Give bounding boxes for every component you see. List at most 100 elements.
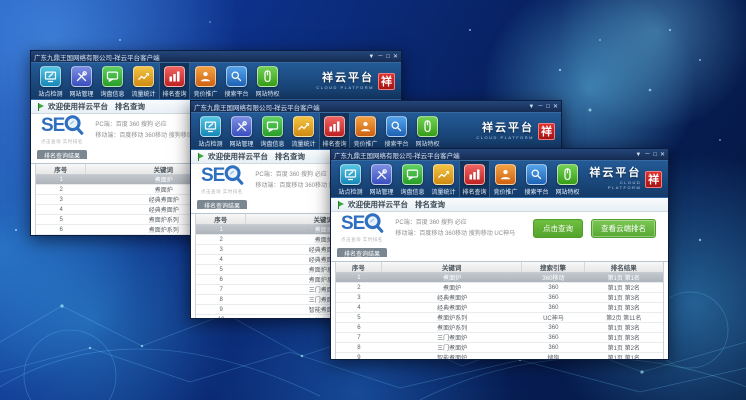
- table-cell: 第1页 第3名: [585, 333, 663, 342]
- toolbar-item-site-check[interactable]: 站点检测: [35, 63, 66, 99]
- toolbar-item-search-platform[interactable]: 搜索平台: [521, 161, 552, 197]
- site-manage-icon: [231, 116, 252, 137]
- table-row[interactable]: 7三门煮面炉360第1页 第3名: [336, 333, 663, 343]
- skin-menu-icon[interactable]: ▼: [368, 54, 374, 60]
- window-titlebar[interactable]: 广东九鼎王国网络有限公司-祥云平台客户端 ▼ － □ ✕: [31, 51, 401, 62]
- query-button[interactable]: 点击查询: [533, 219, 583, 238]
- column-header: 关键词: [382, 262, 523, 272]
- toolbar-item-rank-query[interactable]: 排名查询: [159, 63, 190, 99]
- table-row[interactable]: 5煮面炉系列UC神马第2页 第11名: [336, 313, 663, 323]
- tab-ranking-results[interactable]: 排名查询结果: [197, 200, 247, 209]
- close-icon[interactable]: ✕: [393, 54, 398, 60]
- table-row[interactable]: 6煮面炉系列360第1页 第3名: [336, 323, 663, 333]
- toolbar-item-site-privilege[interactable]: 网站特权: [412, 113, 443, 149]
- window-titlebar[interactable]: 广东九鼎王国网络有限公司-祥云平台客户端 ▼ － □ ✕: [191, 101, 561, 112]
- table-row[interactable]: 4经典煮面炉360第1页 第3名: [336, 303, 663, 313]
- search-platform-icon: [386, 116, 407, 137]
- toolbar-label: 网站管理: [369, 187, 393, 196]
- brand-name: 祥云平台: [316, 73, 374, 84]
- toolbar-item-rank-query[interactable]: 排名查询: [319, 113, 350, 149]
- engine-list-mobile: 移动端：百度移动 360移动 搜狗移动 UC神马: [395, 229, 515, 239]
- flag-icon: [38, 103, 45, 111]
- table-cell: 9: [196, 305, 246, 314]
- table-cell: 煮面炉系列: [382, 323, 523, 332]
- minimize-icon[interactable]: －: [537, 104, 543, 110]
- table-cell: 搜狗: [522, 353, 584, 359]
- toolbar-item-rank-query[interactable]: 排名查询: [459, 161, 490, 197]
- toolbar-label: 搜索平台: [384, 139, 408, 148]
- toolbar-item-traffic[interactable]: 流量统计: [428, 161, 459, 197]
- seo-logo: SE 点击查询 实时排名: [41, 116, 85, 145]
- maximize-icon[interactable]: □: [546, 104, 550, 110]
- toolbar-item-bid-promotion[interactable]: 竞价推广: [190, 63, 221, 99]
- main-toolbar: 站点检测 网站管理 询盘信息: [191, 112, 561, 150]
- welcome-text: 欢迎使用祥云平台: [208, 151, 268, 162]
- toolbar-item-traffic[interactable]: 流量统计: [288, 113, 319, 149]
- magnifier-icon: [363, 212, 385, 239]
- table-cell: 360: [522, 343, 584, 352]
- brand-badge: 祥: [378, 73, 395, 90]
- minimize-icon[interactable]: －: [644, 152, 650, 158]
- site-check-icon: [200, 116, 221, 137]
- table-row[interactable]: 3经典煮面炉360第1页 第3名: [336, 293, 663, 303]
- toolbar-item-search-platform[interactable]: 搜索平台: [381, 113, 412, 149]
- site-check-icon: [340, 164, 361, 185]
- search-platform-icon: [526, 164, 547, 185]
- table-row[interactable]: 8三门煮面炉360第1页 第2名: [336, 343, 663, 353]
- toolbar-item-traffic[interactable]: 流量统计: [128, 63, 159, 99]
- skin-menu-icon[interactable]: ▼: [635, 152, 641, 158]
- close-icon[interactable]: ✕: [553, 104, 558, 110]
- maximize-icon[interactable]: □: [386, 54, 390, 60]
- main-toolbar: 站点检测 网站管理 询盘信息: [331, 160, 668, 198]
- toolbar-item-site-privilege[interactable]: 网站特权: [552, 161, 583, 197]
- toolbar-item-site-manage[interactable]: 网站管理: [226, 113, 257, 149]
- brand-logo: 祥云平台 CLOUD PLATFORM 祥: [314, 63, 397, 99]
- toolbar-item-site-privilege[interactable]: 网站特权: [252, 63, 283, 99]
- table-row[interactable]: 2煮面炉360第1页 第2名: [336, 283, 663, 293]
- tab-ranking-results[interactable]: 排名查询结果: [337, 248, 387, 257]
- tab-ranking-results[interactable]: 排名查询结果: [37, 150, 87, 159]
- maximize-icon[interactable]: □: [653, 152, 657, 158]
- table-cell: 4: [336, 303, 382, 312]
- toolbar-item-inquiry[interactable]: 询盘信息: [397, 161, 428, 197]
- table-cell: 6: [196, 275, 246, 284]
- brand-name: 祥云平台: [476, 123, 534, 134]
- close-icon[interactable]: ✕: [660, 152, 665, 158]
- toolbar-label: 网站特权: [555, 187, 579, 196]
- minimize-icon[interactable]: －: [377, 54, 383, 60]
- toolbar-item-bid-promotion[interactable]: 竞价推广: [350, 113, 381, 149]
- window-title: 广东九鼎王国网络有限公司-祥云平台客户端: [194, 102, 528, 112]
- search-platform-icon: [226, 66, 247, 87]
- table-cell: 7: [196, 285, 246, 294]
- bid-promotion-icon: [195, 66, 216, 87]
- toolbar-item-site-check[interactable]: 站点检测: [195, 113, 226, 149]
- table-row[interactable]: 9智能煮面炉搜狗第1页 第1名: [336, 353, 663, 359]
- table-cell: 4: [36, 205, 86, 214]
- toolbar-item-search-platform[interactable]: 搜索平台: [221, 63, 252, 99]
- seo-logo: SE 点击查询 实时排名: [201, 166, 245, 195]
- toolbar-item-site-check[interactable]: 站点检测: [335, 161, 366, 197]
- toolbar-item-inquiry[interactable]: 询盘信息: [257, 113, 288, 149]
- toolbar-item-site-manage[interactable]: 网站管理: [66, 63, 97, 99]
- toolbar-label: 站点检测: [338, 187, 362, 196]
- table-cell: 6: [336, 323, 382, 332]
- toolbar-item-inquiry[interactable]: 询盘信息: [97, 63, 128, 99]
- window-titlebar[interactable]: 广东九鼎王国网络有限公司-祥云平台客户端 ▼ － □ ✕: [331, 149, 668, 160]
- section-title: 排名查询: [415, 199, 445, 210]
- table-row[interactable]: 1煮面炉360移动第1页 第1名: [336, 273, 663, 283]
- view-cloud-ranking-button[interactable]: 查看云端排名: [591, 219, 656, 238]
- window-title: 广东九鼎王国网络有限公司-祥云平台客户端: [34, 52, 368, 62]
- rank-query-icon: [164, 66, 185, 87]
- table-cell: 360移动: [522, 273, 584, 282]
- magnifier-icon: [63, 114, 85, 141]
- table-cell: 第1页 第3名: [585, 303, 663, 312]
- traffic-stats-icon: [133, 66, 154, 87]
- seo-logo-text: SE: [201, 166, 224, 185]
- skin-menu-icon[interactable]: ▼: [528, 104, 534, 110]
- content-area: SE 点击查询 实时排名 PC端：百度 360 搜狗 必应 移动端：百度移动 3…: [331, 212, 668, 359]
- site-manage-icon: [371, 164, 392, 185]
- section-title: 排名查询: [115, 101, 145, 112]
- toolbar-item-bid-promotion[interactable]: 竞价推广: [490, 161, 521, 197]
- toolbar-item-site-manage[interactable]: 网站管理: [366, 161, 397, 197]
- seo-logo: SE 点击查询 实时排名: [341, 214, 385, 243]
